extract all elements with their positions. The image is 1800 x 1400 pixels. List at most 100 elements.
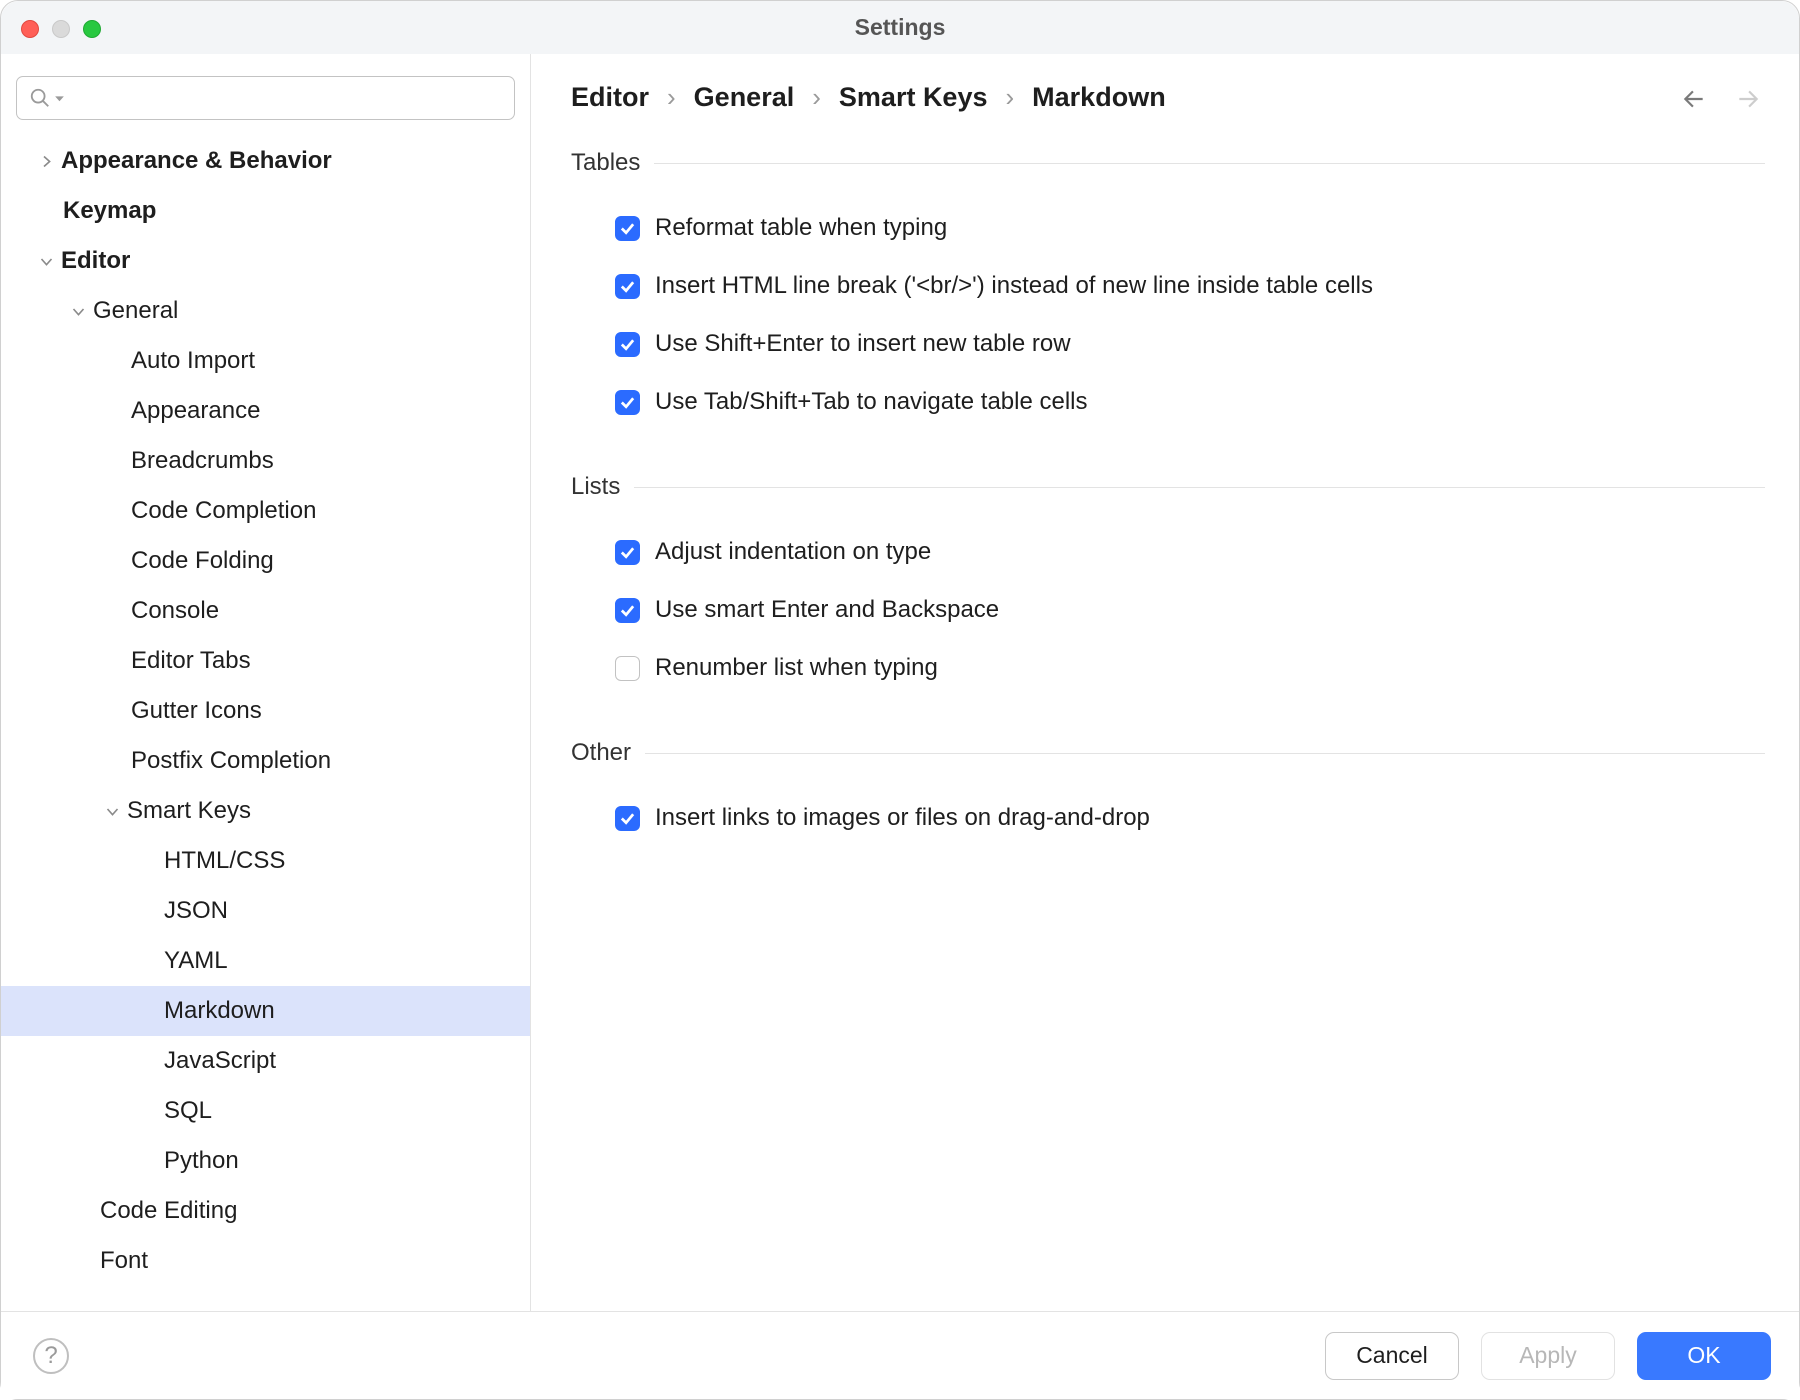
chevron-right-icon: › — [812, 82, 821, 113]
checkbox-icon — [615, 598, 640, 623]
nav-back-button[interactable] — [1681, 86, 1707, 118]
window-title: Settings — [855, 14, 946, 41]
sidebar-item-javascript[interactable]: JavaScript — [1, 1036, 530, 1086]
tree-label: Keymap — [63, 195, 156, 226]
sidebar-item-breadcrumbs[interactable]: Breadcrumbs — [1, 436, 530, 486]
sidebar-item-general[interactable]: General — [1, 286, 530, 336]
checkbox-icon — [615, 390, 640, 415]
tree-label: Gutter Icons — [131, 695, 262, 726]
checkbox-tab-navigate[interactable]: Use Tab/Shift+Tab to navigate table cell… — [571, 373, 1765, 431]
checkbox-reformat-table[interactable]: Reformat table when typing — [571, 199, 1765, 257]
sidebar-item-console[interactable]: Console — [1, 586, 530, 636]
divider — [645, 753, 1765, 754]
checkbox-label: Reformat table when typing — [655, 214, 947, 242]
sidebar-item-smart-keys[interactable]: Smart Keys — [1, 786, 530, 836]
search-icon — [29, 87, 51, 109]
checkbox-icon — [615, 540, 640, 565]
sidebar-item-python[interactable]: Python — [1, 1136, 530, 1186]
breadcrumb-smart-keys[interactable]: Smart Keys — [839, 82, 988, 113]
sidebar-item-markdown[interactable]: Markdown — [1, 986, 530, 1036]
search-input[interactable] — [16, 76, 515, 120]
tree-label: Appearance & Behavior — [61, 145, 332, 176]
settings-tree: Appearance & Behavior Keymap Editor Gene… — [1, 136, 530, 1286]
tree-label: HTML/CSS — [164, 845, 285, 876]
section-title: Lists — [571, 473, 620, 501]
checkbox-insert-links-dnd[interactable]: Insert links to images or files on drag-… — [571, 789, 1765, 847]
tree-label: Font — [100, 1245, 148, 1276]
tree-label: Code Folding — [131, 545, 274, 576]
button-label: Cancel — [1356, 1342, 1428, 1369]
dialog-footer: ? Cancel Apply OK — [1, 1311, 1799, 1399]
tree-label: Smart Keys — [127, 795, 251, 826]
breadcrumb-markdown: Markdown — [1032, 82, 1166, 113]
sidebar-item-yaml[interactable]: YAML — [1, 936, 530, 986]
sidebar-item-code-editing[interactable]: Code Editing — [1, 1186, 530, 1236]
sidebar-item-gutter-icons[interactable]: Gutter Icons — [1, 686, 530, 736]
checkbox-label: Use smart Enter and Backspace — [655, 596, 999, 624]
tree-label: Markdown — [164, 995, 275, 1026]
button-label: OK — [1687, 1342, 1720, 1369]
tree-label: SQL — [164, 1095, 212, 1126]
cancel-button[interactable]: Cancel — [1325, 1332, 1459, 1380]
divider — [654, 163, 1765, 164]
sidebar: Appearance & Behavior Keymap Editor Gene… — [1, 54, 531, 1311]
tree-label: Postfix Completion — [131, 745, 331, 776]
checkbox-icon — [615, 332, 640, 357]
section-title: Other — [571, 739, 631, 767]
checkbox-renumber-list[interactable]: Renumber list when typing — [571, 639, 1765, 697]
tree-label: JSON — [164, 895, 228, 926]
tree-label: JavaScript — [164, 1045, 276, 1076]
sidebar-item-keymap[interactable]: Keymap — [1, 186, 530, 236]
tree-label: Python — [164, 1145, 239, 1176]
checkbox-smart-enter[interactable]: Use smart Enter and Backspace — [571, 581, 1765, 639]
sidebar-item-json[interactable]: JSON — [1, 886, 530, 936]
main-panel: Editor › General › Smart Keys › Markdown… — [531, 54, 1799, 1311]
section-other: Other Insert links to images or files on… — [571, 739, 1765, 847]
help-button[interactable]: ? — [33, 1338, 69, 1374]
checkbox-icon — [615, 274, 640, 299]
chevron-right-icon — [31, 154, 61, 169]
sidebar-item-code-folding[interactable]: Code Folding — [1, 536, 530, 586]
button-label: Apply — [1519, 1342, 1577, 1369]
search-field[interactable] — [72, 85, 502, 111]
tree-label: Code Editing — [100, 1195, 237, 1226]
apply-button: Apply — [1481, 1332, 1615, 1380]
sidebar-item-appearance-behavior[interactable]: Appearance & Behavior — [1, 136, 530, 186]
tree-label: Editor Tabs — [131, 645, 251, 676]
chevron-down-icon — [63, 304, 93, 319]
sidebar-item-code-completion[interactable]: Code Completion — [1, 486, 530, 536]
checkbox-shift-enter-row[interactable]: Use Shift+Enter to insert new table row — [571, 315, 1765, 373]
nav-forward-button[interactable] — [1735, 86, 1761, 118]
tree-label: General — [93, 295, 178, 326]
sidebar-item-appearance[interactable]: Appearance — [1, 386, 530, 436]
section-title: Tables — [571, 149, 640, 177]
breadcrumb-general[interactable]: General — [694, 82, 795, 113]
checkbox-icon — [615, 806, 640, 831]
minimize-window-button[interactable] — [52, 20, 70, 38]
question-icon: ? — [44, 1342, 57, 1370]
checkbox-label: Insert HTML line break ('<br/>') instead… — [655, 272, 1373, 300]
checkbox-adjust-indent[interactable]: Adjust indentation on type — [571, 523, 1765, 581]
sidebar-item-font[interactable]: Font — [1, 1236, 530, 1286]
checkbox-insert-br[interactable]: Insert HTML line break ('<br/>') instead… — [571, 257, 1765, 315]
sidebar-item-editor-tabs[interactable]: Editor Tabs — [1, 636, 530, 686]
zoom-window-button[interactable] — [83, 20, 101, 38]
titlebar: Settings — [1, 1, 1799, 54]
section-lists: Lists Adjust indentation on type Use sma… — [571, 473, 1765, 697]
sidebar-item-postfix-completion[interactable]: Postfix Completion — [1, 736, 530, 786]
tree-label: Breadcrumbs — [131, 445, 274, 476]
chevron-down-icon — [31, 254, 61, 269]
sidebar-item-sql[interactable]: SQL — [1, 1086, 530, 1136]
checkbox-label: Renumber list when typing — [655, 654, 938, 682]
checkbox-label: Use Tab/Shift+Tab to navigate table cell… — [655, 388, 1088, 416]
close-window-button[interactable] — [21, 20, 39, 38]
checkbox-label: Use Shift+Enter to insert new table row — [655, 330, 1071, 358]
ok-button[interactable]: OK — [1637, 1332, 1771, 1380]
traffic-lights — [21, 20, 101, 38]
checkbox-icon — [615, 656, 640, 681]
tree-label: Appearance — [131, 395, 260, 426]
breadcrumb-editor[interactable]: Editor — [571, 82, 649, 113]
sidebar-item-html-css[interactable]: HTML/CSS — [1, 836, 530, 886]
sidebar-item-editor[interactable]: Editor — [1, 236, 530, 286]
sidebar-item-auto-import[interactable]: Auto Import — [1, 336, 530, 386]
